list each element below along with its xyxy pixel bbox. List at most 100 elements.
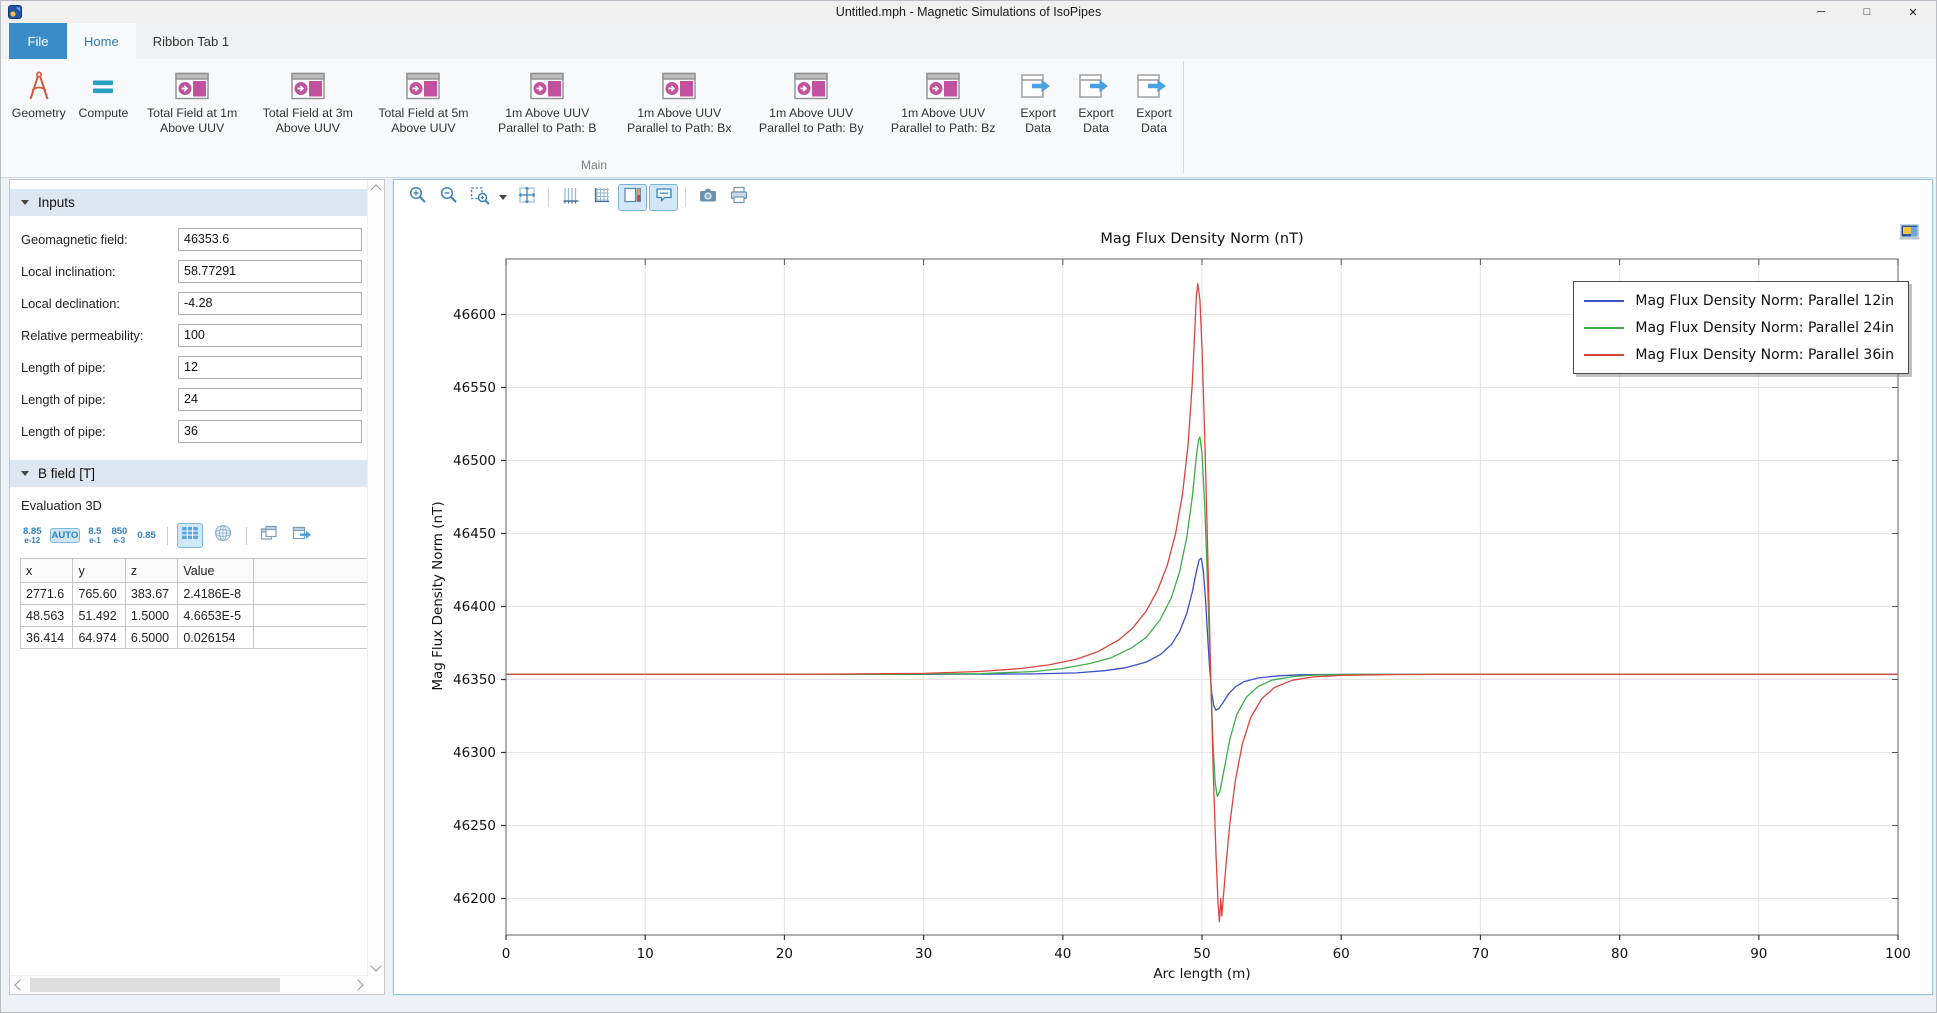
parallel-path-b-button[interactable]: 1m Above UUV Parallel to Path: B [481, 64, 613, 140]
zoom-box-button[interactable] [465, 184, 494, 211]
svg-text:46200: 46200 [453, 891, 496, 907]
ribbon-button-label: Total Field at 5m Above UUV [369, 106, 479, 136]
tooltip-toggle-button[interactable] [649, 184, 678, 211]
geomagnetic-field-input[interactable] [178, 228, 362, 251]
export-data-button-2[interactable]: Export Data [1067, 64, 1125, 140]
pipe-length-3-input[interactable] [178, 420, 362, 443]
col-header-z[interactable]: z [125, 559, 177, 583]
minimize-button[interactable]: ─ [1798, 1, 1844, 23]
svg-text:0: 0 [502, 946, 511, 962]
svg-text:60: 60 [1333, 946, 1350, 962]
sidebar-horizontal-scrollbar[interactable] [10, 975, 368, 994]
bfield-section-header[interactable]: B field [T] [10, 460, 368, 487]
cell-filler [254, 583, 368, 605]
svg-text:46550: 46550 [453, 380, 496, 396]
table-view-button[interactable] [177, 523, 203, 548]
zoom-extents-button[interactable] [512, 184, 541, 211]
file-tab[interactable]: File [9, 23, 67, 59]
toolbar-separator [167, 527, 168, 545]
zoom-in-icon [408, 185, 428, 210]
geometry-icon [23, 68, 55, 104]
legend-item: Mag Flux Density Norm: Parallel 12in [1584, 287, 1894, 314]
chart-title: Mag Flux Density Norm (nT) [506, 231, 1898, 247]
comsol-logo-icon [1897, 223, 1921, 246]
precision-sci-button[interactable]: 8.5 e-1 [86, 524, 103, 548]
plot-canvas[interactable]: 0102030405060708090100462004625046300463… [394, 215, 1931, 993]
zoom-in-button[interactable] [403, 184, 432, 211]
zoom-out-button[interactable] [434, 184, 463, 211]
sidebar-vertical-scrollbar[interactable] [367, 180, 384, 976]
export-table-button[interactable] [288, 522, 316, 549]
table-row[interactable]: 36.414 64.974 6.5000 0.026154 [21, 627, 368, 649]
scroll-right-icon[interactable] [352, 979, 363, 990]
compute-button[interactable]: Compute [73, 64, 135, 125]
relative-permeability-input[interactable] [178, 324, 362, 347]
snapshot-button[interactable] [693, 184, 722, 211]
ribbon-button-label: 1m Above UUV Parallel to Path: B [484, 106, 610, 136]
parallel-path-by-button[interactable]: 1m Above UUV Parallel to Path: By [745, 64, 877, 140]
pipe-length-1-input[interactable] [178, 356, 362, 379]
svg-text:46500: 46500 [453, 453, 496, 469]
plot-window-icon [925, 68, 961, 104]
scroll-up-icon[interactable] [370, 184, 381, 195]
globe-view-button[interactable] [209, 520, 237, 551]
zoom-box-icon [470, 185, 490, 210]
parallel-path-bz-button[interactable]: 1m Above UUV Parallel to Path: Bz [877, 64, 1009, 140]
col-header-value[interactable]: Value [178, 559, 254, 583]
tab-ribbon-tab-1[interactable]: Ribbon Tab 1 [136, 23, 246, 59]
legend-label: Mag Flux Density Norm: Parallel 12in [1635, 293, 1894, 309]
local-inclination-input[interactable] [178, 260, 362, 283]
export-data-icon [1020, 68, 1056, 104]
field-label: Relative permeability: [21, 328, 178, 343]
scroll-down-icon[interactable] [370, 960, 381, 971]
svg-text:80: 80 [1611, 946, 1628, 962]
precision-eng-button[interactable]: 850 e-3 [109, 524, 129, 548]
table-row[interactable]: 48.563 51.492 1.5000 4.6653E-5 [21, 605, 368, 627]
input-row: Local declination: [10, 287, 368, 319]
pipe-length-2-input[interactable] [178, 388, 362, 411]
zoom-box-dropdown[interactable] [496, 185, 510, 210]
inputs-section-header[interactable]: Inputs [10, 189, 368, 216]
parallel-path-bx-button[interactable]: 1m Above UUV Parallel to Path: Bx [613, 64, 745, 140]
local-declination-input[interactable] [178, 292, 362, 315]
svg-text:40: 40 [1054, 946, 1071, 962]
tab-home[interactable]: Home [67, 23, 136, 59]
geometry-button[interactable]: Geometry [5, 64, 73, 125]
field-label: Length of pipe: [21, 360, 178, 375]
field-label: Length of pipe: [21, 392, 178, 407]
copy-table-button[interactable] [256, 522, 282, 549]
svg-text:50: 50 [1193, 946, 1210, 962]
total-field-3m-button[interactable]: Total Field at 3m Above UUV [250, 64, 366, 140]
export-data-button-1[interactable]: Export Data [1009, 64, 1067, 140]
evaluation-table: x y z Value 2771.6 765.60 383.67 2.4186E… [20, 558, 368, 649]
cell: 2771.6 [21, 583, 73, 605]
grid-button[interactable] [587, 184, 616, 211]
total-field-5m-button[interactable]: Total Field at 5m Above UUV [366, 64, 482, 140]
precision-decimal-button[interactable]: 0.85 [135, 528, 158, 543]
ribbon-tab-bar: File Home Ribbon Tab 1 [1, 23, 1936, 59]
svg-text:46350: 46350 [453, 672, 496, 688]
total-field-1m-button[interactable]: Total Field at 1m Above UUV [134, 64, 250, 140]
legend-toggle-button[interactable] [618, 184, 647, 211]
svg-text:46300: 46300 [453, 745, 496, 761]
svg-text:10: 10 [637, 946, 654, 962]
ribbon-button-label: Export Data [1070, 106, 1122, 136]
y-axis-grid-button[interactable] [556, 184, 585, 211]
ribbon-button-label: Compute [78, 106, 128, 121]
close-button[interactable]: ✕ [1890, 1, 1936, 23]
col-header-filler [254, 559, 368, 583]
table-row[interactable]: 2771.6 765.60 383.67 2.4186E-8 [21, 583, 368, 605]
maximize-button[interactable]: □ [1844, 1, 1890, 23]
precision-full-button[interactable]: 8.85 e-12 [21, 524, 44, 548]
col-header-y[interactable]: y [73, 559, 125, 583]
section-title: B field [T] [38, 466, 95, 481]
plot-window-icon [405, 68, 441, 104]
section-title: Inputs [38, 195, 75, 210]
scrollbar-thumb[interactable] [30, 978, 280, 992]
precision-auto-button[interactable]: AUTO [50, 528, 81, 543]
col-header-x[interactable]: x [21, 559, 73, 583]
export-data-button-3[interactable]: Export Data [1125, 64, 1183, 140]
scroll-left-icon[interactable] [14, 979, 25, 990]
ribbon-button-label: Export Data [1128, 106, 1180, 136]
print-button[interactable] [724, 184, 753, 211]
